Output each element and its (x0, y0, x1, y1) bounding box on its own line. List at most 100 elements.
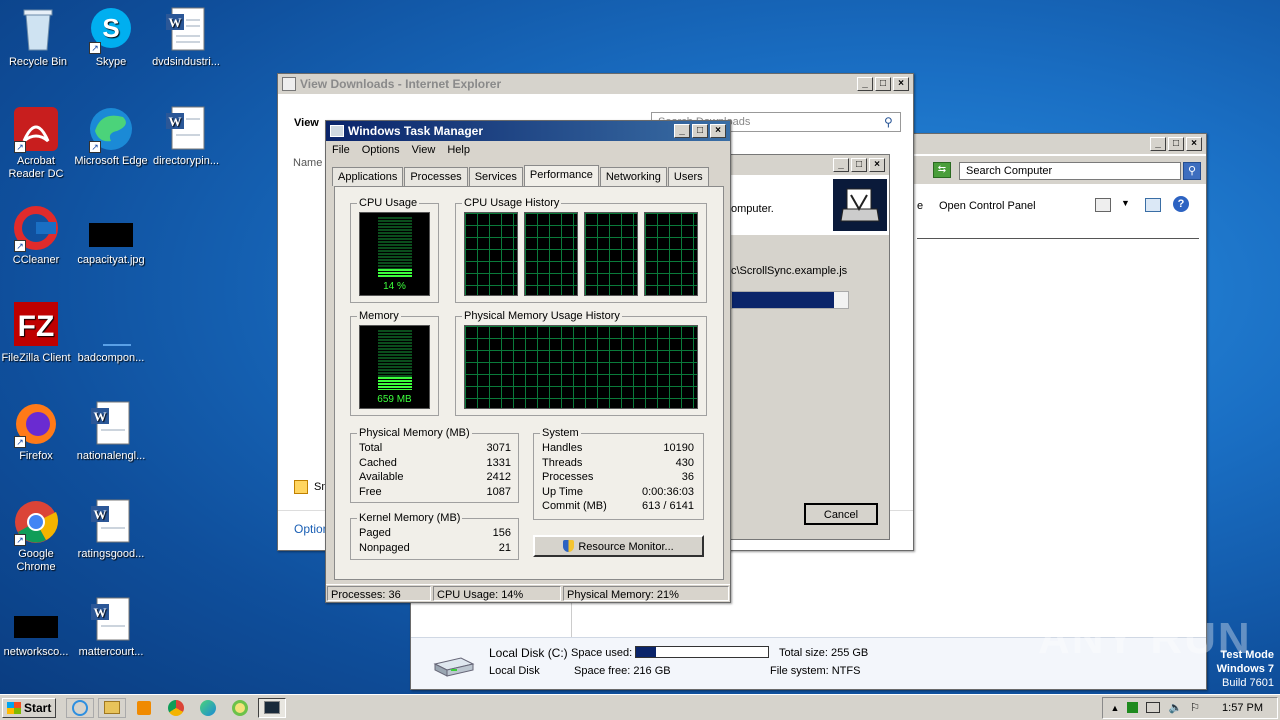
svg-text:W: W (169, 15, 182, 30)
search-computer-input[interactable]: Search Computer (959, 162, 1181, 180)
minimize-button[interactable]: _ (1150, 137, 1166, 151)
start-label: Start (24, 700, 52, 715)
refresh-icon[interactable]: ⇆ (933, 162, 951, 178)
clock[interactable]: 1:57 PM (1222, 702, 1263, 714)
chevron-down-icon[interactable]: ▼ (1121, 198, 1130, 208)
tray-app-icon[interactable] (1127, 702, 1139, 713)
desktop-icon-ccleaner[interactable]: ↗ CCleaner (0, 204, 74, 267)
desktop-icon-doc-mattercourt[interactable]: W mattercourt... (73, 596, 149, 659)
edge-icon: ↗ (87, 105, 135, 153)
tab-users[interactable]: Users (667, 167, 709, 186)
search-icon[interactable]: ⚲ (1183, 162, 1201, 180)
edge-icon (200, 699, 217, 716)
desktop-icon-filezilla[interactable]: FZ FileZilla Client (0, 302, 74, 365)
total-size: Total size: 255 GB (779, 647, 869, 659)
desktop-icon-networksco[interactable]: networksco... (0, 596, 74, 659)
preview-pane-icon[interactable] (1145, 198, 1161, 212)
taskbar-chrome[interactable] (162, 698, 190, 718)
network-icon[interactable] (1146, 702, 1161, 713)
cpu-history-group: CPU Usage History (455, 197, 707, 303)
menu-help[interactable]: Help (447, 144, 470, 156)
close-button[interactable]: × (869, 158, 885, 172)
open-control-panel-button[interactable]: Open Control Panel (939, 200, 1036, 212)
ie-view-heading: View (294, 117, 319, 129)
physical-memory-row: Total 3071 (359, 442, 511, 454)
menu-file[interactable]: File (332, 144, 350, 156)
volume-icon[interactable]: 🔈 (1168, 701, 1182, 714)
tray-expand-icon[interactable]: ▲ (1111, 703, 1120, 713)
kernel-memory-row: Nonpaged 21 (359, 541, 511, 554)
status-physical-memory: Physical Memory: 21% (563, 586, 729, 601)
tab-services[interactable]: Services (468, 167, 523, 186)
desktop-icon-skype[interactable]: S ↗ Skype (73, 6, 149, 69)
minimize-button[interactable]: _ (674, 124, 690, 138)
taskbar-media-player[interactable] (130, 698, 158, 718)
svg-text:W: W (94, 507, 107, 522)
internet-explorer-icon (72, 699, 89, 716)
maximize-button[interactable]: □ (875, 77, 891, 91)
physical-memory-table: Total 3071 Cached 1331 Available 2412 Free 1… (359, 442, 511, 500)
taskbar-edge[interactable] (194, 698, 222, 718)
svg-text:W: W (169, 114, 182, 129)
desktop-icon-doc-dvds[interactable]: W dvdsindustri... (148, 6, 224, 69)
desktop-icon-firefox[interactable]: ↗ Firefox (0, 400, 74, 463)
system-row: Up Time 0:00:36:03 (542, 485, 694, 498)
folder-icon (104, 701, 121, 714)
system-row: Threads 430 (542, 456, 694, 469)
desktop-icon-acrobat[interactable]: ↗ Acrobat Reader DC (0, 105, 74, 181)
tab-applications[interactable]: Applications (332, 167, 404, 186)
maximize-button[interactable]: □ (851, 158, 867, 172)
minimize-button[interactable]: _ (857, 77, 873, 91)
close-button[interactable]: × (1186, 137, 1202, 151)
view-options-icon[interactable] (1095, 198, 1111, 212)
os-name-line: Windows 7 (1216, 663, 1274, 675)
desktop-icon-badcompon[interactable]: badcompon... (73, 302, 149, 365)
system-table: Handles 10190 Threads 430 Processes 36 Up T… (542, 442, 694, 515)
desktop-icon-doc-ratingsgood[interactable]: W ratingsgood... (73, 498, 149, 561)
tab-networking[interactable]: Networking (599, 167, 667, 186)
desktop-icon-capacityat[interactable]: capacityat.jpg (73, 204, 149, 267)
resource-monitor-button[interactable]: Resource Monitor... (533, 535, 704, 557)
memory-meter: 659 MB (359, 325, 430, 409)
word-document-icon: W (87, 596, 135, 644)
desktop-icon-doc-nationalengl[interactable]: W nationalengl... (73, 400, 149, 463)
ie-window-title: View Downloads - Internet Explorer (300, 77, 502, 91)
cpu-history-graph-3 (644, 212, 698, 296)
physical-memory-history-group: Physical Memory Usage History (455, 310, 707, 416)
taskbar-task-manager[interactable] (258, 697, 287, 718)
desktop-icon-chrome[interactable]: ↗ Google Chrome (0, 498, 74, 574)
tab-performance[interactable]: Performance (523, 165, 599, 187)
flag-icon[interactable]: ⚐ (1190, 701, 1200, 714)
memory-meter-fill (378, 377, 412, 390)
taskbar-explorer[interactable] (98, 697, 127, 718)
close-button[interactable]: × (893, 77, 909, 91)
help-icon[interactable]: ? (1173, 196, 1189, 212)
toolbar-item-partial[interactable]: e (917, 200, 923, 212)
search-icon[interactable]: ⚲ (884, 115, 893, 129)
minimize-button[interactable]: _ (833, 158, 849, 172)
header-divider (917, 238, 1199, 239)
download-message: omputer. (731, 203, 774, 215)
ie-name-column[interactable]: Name (293, 157, 322, 169)
task-manager-tabs: Applications Processes Services Performa… (326, 164, 730, 187)
close-button[interactable]: × (710, 124, 726, 138)
system-row: Handles 10190 (542, 442, 694, 454)
system-tray: ▲ 🔈 ⚐ 1:57 PM (1101, 696, 1278, 719)
physical-memory-group: Physical Memory (MB) Total 3071 Cached 133… (350, 427, 519, 503)
cancel-button[interactable]: Cancel (804, 503, 878, 525)
tab-processes[interactable]: Processes (404, 167, 468, 186)
desktop-icon-edge[interactable]: ↗ Microsoft Edge (73, 105, 149, 168)
maximize-button[interactable]: □ (1168, 137, 1184, 151)
desktop-icon-doc-directory[interactable]: W directorypin... (148, 105, 224, 168)
task-manager-title: Windows Task Manager (348, 124, 484, 138)
memory-value: 659 MB (377, 394, 412, 405)
taskbar-ie[interactable] (66, 697, 95, 718)
chrome-icon: ↗ (12, 498, 60, 546)
maximize-button[interactable]: □ (692, 124, 708, 138)
menu-options[interactable]: Options (362, 144, 400, 156)
menu-view[interactable]: View (412, 144, 436, 156)
kernel-memory-table: Paged 156 Nonpaged 21 (359, 527, 511, 556)
taskbar-app-green[interactable] (226, 698, 254, 718)
start-button[interactable]: Start (2, 697, 57, 718)
desktop-icon-recycle-bin[interactable]: Recycle Bin (0, 6, 76, 69)
